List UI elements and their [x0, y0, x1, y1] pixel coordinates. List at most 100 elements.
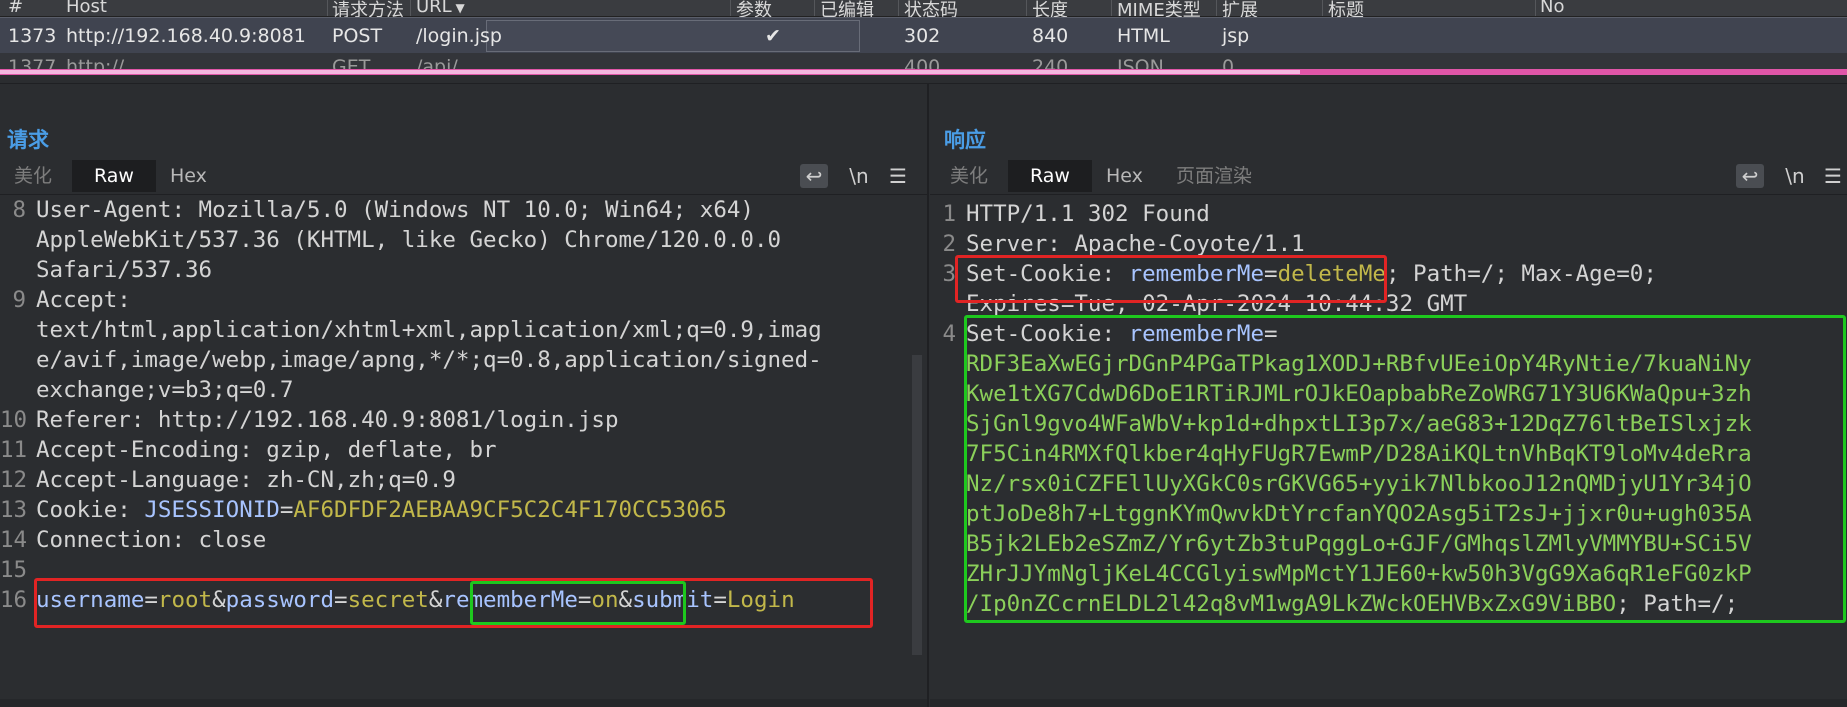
tab-render[interactable]: 页面渲染	[1162, 160, 1266, 192]
response-footer	[930, 699, 1847, 707]
line-number: 14	[0, 527, 28, 553]
line-text: exchange;v=b3;q=0.7	[36, 377, 294, 403]
cookie-value: AF6DFDF2AEBAA9CF5C2C4F170CC53065	[293, 497, 727, 523]
pane-splitter[interactable]	[0, 75, 1847, 84]
tab-raw[interactable]: Raw	[72, 160, 156, 192]
highlight-deleteme-red	[955, 255, 1387, 303]
col-divider[interactable]	[1216, 0, 1217, 16]
row-number: 1373	[8, 25, 57, 47]
line-number: 11	[0, 437, 28, 463]
line-text: Cookie: JSESSIONID=AF6DFDF2AEBAA9CF5C2C4…	[36, 497, 727, 523]
request-editor[interactable]: 8 User-Agent: Mozilla/5.0 (Windows NT 10.…	[0, 194, 927, 707]
editor-line: 8 User-Agent: Mozilla/5.0 (Windows NT 10.…	[0, 195, 927, 225]
col-divider[interactable]	[730, 0, 731, 16]
col-header-host[interactable]: Host	[66, 0, 107, 17]
editor-line: AppleWebKit/537.36 (KHTML, like Gecko) C…	[0, 225, 927, 255]
editor-line: text/html,application/xhtml+xml,applicat…	[0, 315, 927, 345]
line-text: Connection: close	[36, 527, 267, 553]
colon: :	[171, 197, 186, 223]
response-editor[interactable]: 1 HTTP/1.1 302 Found 2 Server: Apache-Coyo…	[930, 194, 1847, 707]
sort-down-icon: ▼	[451, 1, 465, 15]
status-line: HTTP/1.1 302 Found	[966, 201, 1210, 227]
tab-raw[interactable]: Raw	[1008, 160, 1092, 192]
tab-hex[interactable]: Hex	[156, 160, 221, 192]
header-value: gzip, deflate, br	[252, 437, 497, 463]
header-value: :	[117, 287, 131, 313]
response-pane: 响应 美化 Raw Hex 页面渲染 ↩ \n ☰ 1 HTTP/1.1 302 …	[930, 84, 1847, 707]
line-number: 15	[0, 557, 28, 583]
editor-line: 10 Referer: http://192.168.40.9:8081/logi…	[0, 405, 927, 435]
editor-line: 12 Accept-Language: zh-CN,zh;q=0.9	[0, 465, 927, 495]
col-divider[interactable]	[814, 0, 815, 16]
highlight-body-red	[34, 578, 873, 628]
line-text: Referer: http://192.168.40.9:8081/login.…	[36, 407, 619, 433]
col-divider[interactable]	[327, 0, 328, 16]
editor-line: 1 HTTP/1.1 302 Found	[930, 199, 1847, 229]
row-ext: jsp	[1222, 25, 1250, 47]
wrap-lines-icon[interactable]: ↩	[800, 164, 828, 188]
table-row-selected[interactable]: 1373 http://192.168.40.9:8081 POST /logi…	[0, 17, 1847, 54]
vertical-scrollbar[interactable]	[912, 355, 922, 655]
row-host: http://192.168.40.9:8081	[66, 25, 306, 47]
editor-line: Safari/537.36	[0, 255, 927, 285]
tab-hex[interactable]: Hex	[1092, 160, 1157, 192]
line-number: 1	[942, 201, 956, 227]
header-value: http://192.168.40.9:8081/login.jsp	[144, 407, 619, 433]
url-cell-focus	[486, 20, 860, 52]
response-title: 响应	[944, 128, 986, 152]
header-value: close	[185, 527, 267, 553]
line-number: 10	[0, 407, 28, 433]
header-name: User-Agent	[36, 197, 172, 223]
header-name: Cookie	[36, 497, 118, 523]
highlight-rememberme-green	[470, 581, 686, 625]
wrap-lines-icon[interactable]: ↩	[1736, 164, 1764, 188]
editor-line: e/avif,image/webp,image/apng,*/*;q=0.8,a…	[0, 345, 927, 375]
col-divider[interactable]	[1322, 0, 1323, 16]
col-header-url-label: URL	[416, 0, 452, 17]
line-text: Accept-Encoding: gzip, deflate, br	[36, 437, 497, 463]
editor-line: 13 Cookie: JSESSIONID=AF6DFDF2AEBAA9CF5C2…	[0, 495, 927, 525]
col-header-number[interactable]: #	[8, 0, 23, 17]
col-header-notes[interactable]: No	[1540, 0, 1564, 17]
row-url: /login.jsp	[416, 25, 502, 47]
line-text: User-Agent: Mozilla/5.0 (Windows NT 10.0…	[36, 195, 754, 225]
header-name: Connection	[36, 527, 172, 553]
line-number: 9	[12, 287, 26, 313]
menu-icon[interactable]: ☰	[1820, 164, 1846, 188]
row-method: POST	[332, 25, 383, 47]
highlight-cookie-green	[964, 315, 1846, 623]
row-mime: JSON	[1117, 56, 1164, 69]
show-newlines-icon[interactable]: \n	[844, 164, 874, 188]
col-divider[interactable]	[1026, 0, 1027, 16]
cookie-name: JSESSIONID	[144, 497, 280, 523]
col-divider[interactable]	[1535, 0, 1536, 16]
row-length: 240	[1032, 56, 1069, 69]
header-value: Apache-Coyote/1.1	[1060, 231, 1305, 257]
editor-line: exchange;v=b3;q=0.7	[0, 375, 927, 405]
table-row[interactable]: 1377 http://... GET /api/... 400 240 JSO…	[0, 53, 1847, 69]
row-method: GET	[332, 56, 371, 69]
col-divider[interactable]	[898, 0, 899, 16]
menu-icon[interactable]: ☰	[884, 164, 912, 188]
line-text: Accept-Language: zh-CN,zh;q=0.9	[36, 467, 456, 493]
show-newlines-icon[interactable]: \n	[1780, 164, 1810, 188]
tab-pretty[interactable]: 美化	[0, 160, 66, 192]
row-status: 400	[904, 56, 941, 69]
scrollbar-thumb[interactable]	[0, 70, 1300, 74]
line-text: AppleWebKit/537.36 (KHTML, like Gecko) C…	[36, 227, 782, 253]
col-divider[interactable]	[410, 0, 411, 16]
line-number: 2	[942, 231, 956, 257]
col-divider[interactable]	[1111, 0, 1112, 16]
tab-pretty[interactable]: 美化	[936, 160, 1002, 192]
line-text: e/avif,image/webp,image/apng,*/*;q=0.8,a…	[36, 347, 822, 373]
row-host: http://...	[66, 56, 143, 69]
request-footer	[0, 699, 927, 707]
row-ext: 0	[1222, 56, 1235, 69]
col-header-url[interactable]: URL ▼	[416, 0, 465, 17]
response-tabs: 美化 Raw Hex 页面渲染	[930, 160, 1847, 192]
row-number: 1377	[8, 56, 57, 69]
editor-line: 14 Connection: close	[0, 525, 927, 555]
params-check-icon: ✔	[765, 25, 781, 47]
cookie-attrs: Path=/; Max-Age=0;	[1399, 261, 1657, 287]
line-number: 3	[942, 261, 956, 287]
